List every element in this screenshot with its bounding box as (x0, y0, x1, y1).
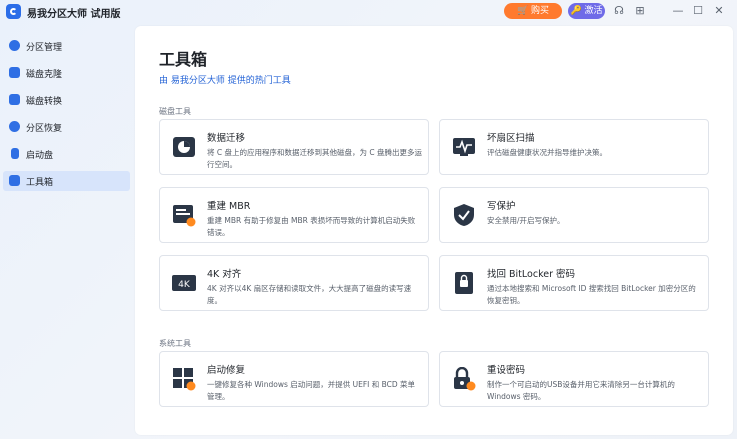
sidebar-item-disk-clone[interactable]: 磁盘克隆 (3, 63, 130, 83)
maximize-icon[interactable]: ☐ (692, 5, 704, 17)
tool-title: 重建 MBR (207, 201, 251, 212)
boot-repair-icon (173, 368, 196, 391)
sidebar-item-label: 启动盘 (26, 151, 54, 161)
sidebar-item-label: 磁盘转换 (26, 97, 63, 107)
sidebar-item-label: 磁盘克隆 (26, 70, 63, 80)
sidebar-item-label: 分区管理 (26, 43, 63, 53)
title-bar: 易我分区大师 试用版 🛒 购买 🔑 激活 ☊ ⊞ — ☐ ✕ (0, 0, 737, 26)
pie-icon (9, 40, 20, 51)
tool-description: 重建 MBR 有助于修复由 MBR 表损坏而导致的计算机启动失败错误。 (207, 216, 416, 237)
tool-card-write-protect[interactable]: 写保护 安全禁用/开启写保护。 (439, 187, 709, 243)
svg-text:4K: 4K (178, 280, 191, 290)
tool-card-4k-align[interactable]: 4K 4K 对齐 4K 对齐以4K 扇区存储和读取文件，大大提高了磁盘的读写速度… (159, 255, 429, 311)
provider-link[interactable]: 由 易我分区大师 提供的热门工具 (159, 73, 291, 86)
tool-card-boot-repair[interactable]: 启动修复 一键修复各种 Windows 启动问题，并提供 UEFI 和 BCD … (159, 351, 429, 407)
4k-align-icon: 4K (172, 275, 196, 291)
tool-card-data-migration[interactable]: 数据迁移 将 C 盘上的应用程序和数据迁移到其他磁盘，为 C 盘腾出更多运行空间… (159, 119, 429, 175)
main-panel: 工具箱 由 易我分区大师 提供的热门工具 磁盘工具 数据迁移 将 C 盘上的应用… (135, 26, 733, 435)
activate-button[interactable]: 🔑 激活 (568, 3, 605, 19)
bad-sector-scan-icon (453, 138, 475, 156)
tool-description: 评估磁盘健康状况并指导维护决策。 (487, 148, 607, 157)
tool-description: 4K 对齐以4K 扇区存储和读取文件，大大提高了磁盘的读写速度。 (207, 284, 412, 305)
close-icon[interactable]: ✕ (713, 5, 725, 17)
tool-card-reset-password[interactable]: 重设密码 制作一个可启动的USB设备并用它来清除另一台计算机的Windows 密… (439, 351, 709, 407)
write-protect-icon (454, 204, 474, 226)
minimize-icon[interactable]: — (672, 5, 684, 17)
buy-button[interactable]: 🛒 购买 (504, 3, 562, 19)
tool-title: 数据迁移 (207, 133, 246, 144)
sidebar-item-label: 工具箱 (26, 178, 54, 188)
page-title: 工具箱 (159, 50, 208, 69)
tool-description: 通过本地搜索和 Microsoft ID 搜索找回 BitLocker 加密分区… (487, 284, 696, 305)
tool-title: 4K 对齐 (207, 269, 242, 280)
buy-label: 购买 (531, 6, 550, 16)
disk-tools-section-label: 磁盘工具 (159, 107, 191, 116)
data-migrate-icon (173, 137, 195, 157)
app-logo-icon (6, 4, 21, 19)
tool-description: 安全禁用/开启写保护。 (487, 216, 565, 225)
usb-icon (11, 148, 19, 159)
tool-title: 找回 BitLocker 密码 (487, 269, 575, 280)
convert-icon (9, 94, 20, 105)
sidebar-item-label: 分区恢复 (26, 124, 63, 134)
tool-card-bitlocker[interactable]: 找回 BitLocker 密码 通过本地搜索和 Microsoft ID 搜索找… (439, 255, 709, 311)
bitlocker-icon (455, 272, 473, 294)
tool-title: 启动修复 (207, 365, 246, 376)
sidebar-item-disk-convert[interactable]: 磁盘转换 (3, 90, 130, 110)
recover-icon (9, 121, 20, 132)
clone-icon (9, 67, 20, 78)
toolbox-icon (9, 175, 20, 186)
tool-description: 将 C 盘上的应用程序和数据迁移到其他磁盘，为 C 盘腾出更多运行空间。 (207, 148, 423, 169)
sidebar-item-toolbox[interactable]: 工具箱 (3, 171, 130, 191)
app-title: 易我分区大师 试用版 (27, 9, 121, 20)
tool-title: 写保护 (487, 201, 516, 212)
tool-card-bad-sector-scan[interactable]: 坏扇区扫描 评估磁盘健康状况并指导维护决策。 (439, 119, 709, 175)
headset-icon[interactable]: ☊ (613, 5, 625, 17)
tool-description: 一键修复各种 Windows 启动问题，并提供 UEFI 和 BCD 菜单管理。 (207, 380, 416, 401)
sidebar: 分区管理 磁盘克隆 磁盘转换 分区恢复 启动盘 工具箱 (0, 36, 133, 198)
sidebar-item-partition-recovery[interactable]: 分区恢复 (3, 117, 130, 137)
tool-title: 重设密码 (487, 365, 526, 376)
tool-card-rebuild-mbr[interactable]: 重建 MBR 重建 MBR 有助于修复由 MBR 表损坏而导致的计算机启动失败错… (159, 187, 429, 243)
sidebar-item-boot-disk[interactable]: 启动盘 (3, 144, 130, 164)
activate-label: 激活 (584, 6, 603, 16)
reset-password-icon (454, 367, 476, 391)
tool-title: 坏扇区扫描 (487, 133, 535, 144)
tool-description: 制作一个可启动的USB设备并用它来清除另一台计算机的Windows 密码。 (487, 380, 675, 401)
rebuild-mbr-icon (173, 205, 196, 227)
system-tools-section-label: 系统工具 (159, 339, 191, 348)
sidebar-item-partition-manage[interactable]: 分区管理 (3, 36, 130, 56)
feedback-icon[interactable]: ⊞ (634, 5, 646, 17)
